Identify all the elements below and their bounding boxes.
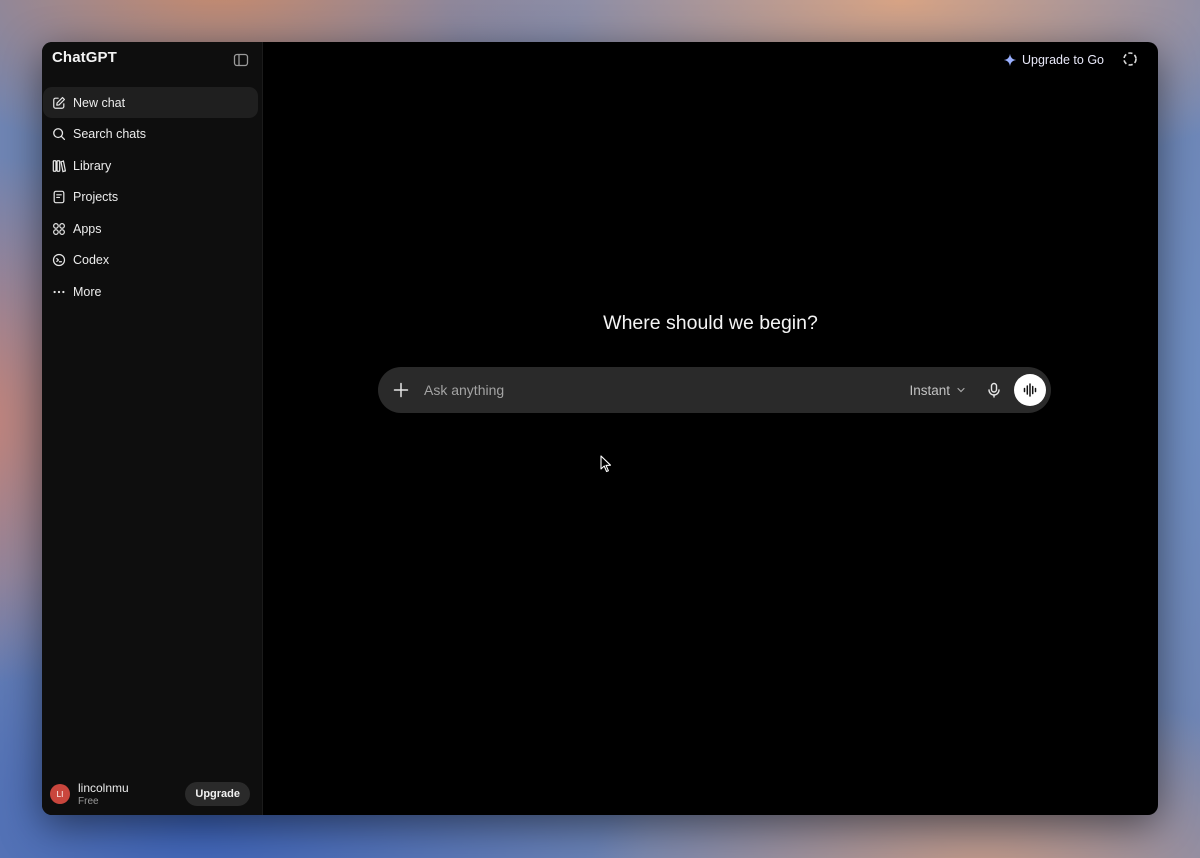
app-window: ChatGPT New chat Search chats Library Pr…: [42, 42, 1158, 815]
page-title: Where should we begin?: [603, 312, 818, 334]
sidebar-item-new-chat[interactable]: New chat: [43, 87, 258, 118]
voice-mode-button[interactable]: [1014, 374, 1046, 406]
avatar[interactable]: LI: [50, 784, 70, 804]
apps-icon: [51, 221, 67, 237]
sidebar-item-label: Search chats: [73, 127, 146, 142]
voice-waveform-icon: [1023, 383, 1037, 397]
add-attachment-button[interactable]: [378, 367, 424, 413]
sidebar-item-label: More: [73, 285, 102, 300]
dashed-circle-icon: [1123, 52, 1137, 66]
sparkle-icon: [1003, 53, 1017, 67]
library-icon: [51, 158, 67, 174]
sidebar-item-codex[interactable]: Codex: [43, 245, 258, 276]
sidebar-toggle-button[interactable]: [231, 50, 251, 70]
sidebar-item-label: Codex: [73, 253, 110, 268]
model-mode-select[interactable]: Instant: [909, 383, 966, 398]
user-profile[interactable]: LI lincolnmu Free Upgrade: [50, 777, 250, 811]
codex-icon: [51, 252, 67, 268]
model-mode-label: Instant: [909, 382, 950, 398]
sidebar-item-apps[interactable]: Apps: [43, 213, 258, 244]
microphone-icon: [988, 382, 1000, 398]
dictate-button[interactable]: [980, 376, 1008, 404]
user-name: lincolnmu: [78, 780, 129, 795]
mouse-cursor-icon: [600, 455, 612, 473]
sidebar-item-search-chats[interactable]: Search chats: [43, 119, 258, 150]
app-title: ChatGPT: [52, 49, 117, 66]
sidebar-item-label: Library: [73, 158, 112, 173]
sidebar-toggle-icon: [233, 53, 249, 67]
more-icon: [51, 284, 67, 300]
main-panel: Upgrade to Go Where should we begin? Ins…: [263, 42, 1158, 815]
upgrade-button[interactable]: Upgrade: [185, 782, 250, 806]
sidebar-item-projects[interactable]: Projects: [43, 182, 258, 213]
sidebar-item-more[interactable]: More: [43, 277, 258, 308]
sidebar-item-label: Projects: [73, 190, 119, 205]
sidebar: ChatGPT New chat Search chats Library Pr…: [42, 42, 263, 815]
sidebar-nav: New chat Search chats Library Projects A…: [43, 87, 258, 308]
prompt-input[interactable]: [424, 382, 910, 398]
user-plan: Free: [78, 795, 99, 807]
projects-icon: [51, 189, 67, 205]
sidebar-item-library[interactable]: Library: [43, 150, 258, 181]
compose-icon: [51, 95, 67, 111]
chat-composer: Instant: [378, 367, 1051, 413]
upgrade-to-go-button[interactable]: Upgrade to Go: [1003, 50, 1104, 70]
upgrade-to-go-label: Upgrade to Go: [1022, 53, 1104, 67]
sidebar-item-label: Apps: [73, 221, 102, 236]
search-icon: [51, 126, 67, 142]
sidebar-item-label: New chat: [73, 95, 126, 110]
user-info: lincolnmu Free: [78, 781, 129, 808]
temporary-chat-button[interactable]: [1121, 50, 1139, 68]
chevron-down-icon: [956, 385, 966, 395]
plus-icon: [393, 382, 409, 398]
